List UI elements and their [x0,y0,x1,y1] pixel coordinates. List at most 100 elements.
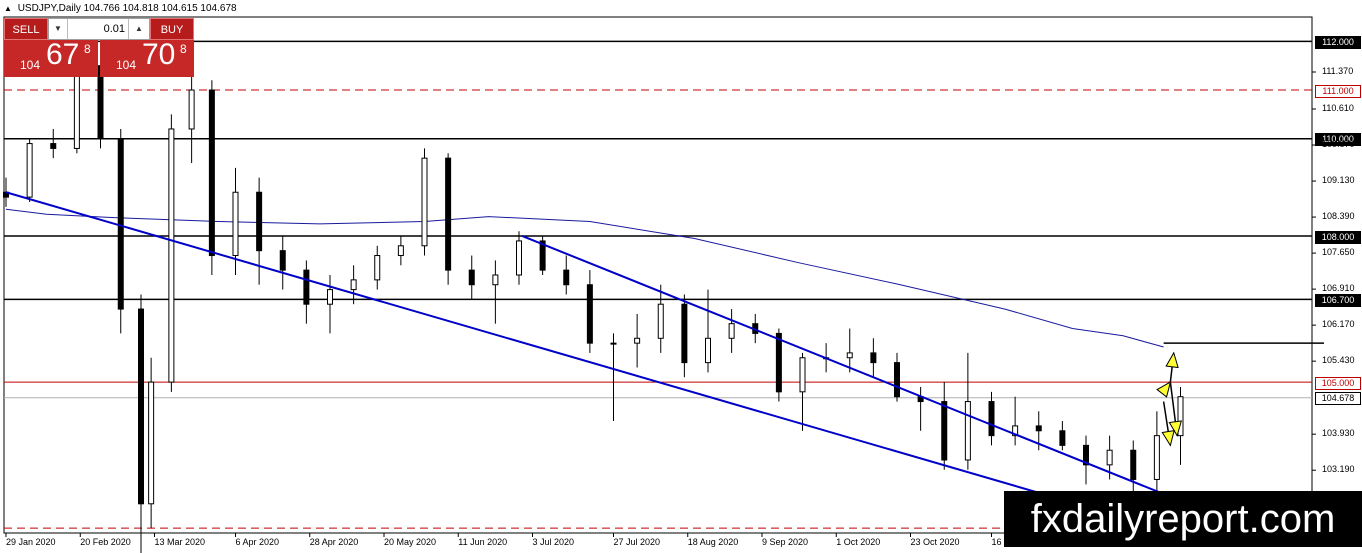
price-chart[interactable] [0,0,1362,553]
candle-body-3 [73,65,80,149]
sell-price-big: 67 [46,38,80,71]
candle-body-15 [327,289,333,305]
candle-body-27 [610,342,617,345]
candle-body-31 [705,337,711,364]
candle-body-23 [516,240,522,276]
candle-body-22 [492,274,499,286]
candle-body-43 [988,401,995,437]
candle-body-6 [138,308,144,505]
y-tick-label-7: 106.170 [1322,319,1355,330]
candle-body-7 [148,381,155,505]
candle-body-5 [117,138,124,310]
sell-price-sup: 8 [84,42,91,56]
candle-body-28 [634,337,641,344]
candle-body-45 [1035,425,1042,432]
candle-body-14 [303,269,310,305]
y-tick-label-4: 108.390 [1322,211,1355,222]
candle-body-9 [188,89,195,130]
x-tick-label-10: 9 Sep 2020 [762,537,809,547]
plot-frame [3,16,1313,534]
y-tick-label-9: 103.930 [1322,428,1355,439]
buy-price-quote[interactable]: 104 70 8 [100,38,194,77]
sell-button[interactable]: SELL [4,18,48,40]
y-tick-label-1: 110.610 [1322,103,1354,113]
buy-price-int: 104 [116,58,137,72]
candle-body-8 [168,128,175,383]
x-tick-label-1: 20 Feb 2020 [80,537,131,547]
projection-arrow-head-0 [1156,381,1172,398]
candle-body-2 [50,143,57,149]
candle-body-11 [232,191,239,257]
ohlc-values: 104.766 104.818 104.615 104.678 [83,3,237,14]
buy-price-big: 70 [142,38,176,71]
x-tick-label-2: 13 Mar 2020 [154,537,206,547]
candle-body-17 [374,255,381,281]
symbol-info: USDJPY,Daily [17,3,81,14]
candle-body-10 [208,89,215,257]
collapse-triangle-icon[interactable]: ▲ [4,4,12,13]
x-tick-label-5: 20 May 2020 [384,537,437,547]
candle-body-18 [397,245,404,257]
lot-size-value[interactable]: 0.01 [69,19,127,39]
candle-body-26 [586,284,593,344]
level-label-4: 106.700 [1315,293,1361,307]
buy-price-sup: 8 [180,42,187,56]
candle-body-39 [894,362,900,398]
sell-price-quote[interactable]: 104 67 8 [4,38,98,77]
candle-body-1 [26,143,33,198]
x-tick-label-11: 1 Oct 2020 [836,537,881,547]
projection-arrow-head-3 [1161,430,1175,447]
brand-watermark: fxdailyreport.com [1004,491,1362,547]
y-tick-label-0: 111.370 [1322,66,1354,76]
candle-body-32 [728,323,735,339]
y-tick-label-3: 109.130 [1322,175,1355,186]
lot-spinner-icon[interactable]: ▲ [128,19,149,39]
current-price-label: 104.678 [1315,392,1361,406]
candle-body-20 [445,157,452,271]
y-tick-label-8: 105.430 [1322,355,1355,366]
x-tick-label-4: 28 Apr 2020 [309,537,359,547]
y-tick-label-2: 109.870 [1322,139,1355,150]
one-click-trading-panel: SELL ▼ 0.01 ▲ BUY 104 67 8 104 70 8 [4,18,194,78]
level-label-0: 112.000 [1315,35,1361,49]
candle-body-41 [941,401,948,461]
lot-dropdown-icon[interactable]: ▼ [49,19,68,39]
candle-body-46 [1059,430,1066,446]
buy-button[interactable]: BUY [150,18,194,40]
candle-body-38 [870,352,877,364]
candle-body-16 [350,279,357,291]
candle-body-29 [657,303,664,339]
trend-line-0 [5,191,1161,530]
y-tick-label-6: 106.910 [1322,283,1355,294]
candle-body-30 [681,303,688,364]
y-tick-label-5: 107.650 [1322,247,1355,258]
chart-window: ▲ USDJPY,Daily 104.766 104.818 104.615 1… [0,0,1362,553]
candle-body-48 [1106,449,1113,466]
candle-body-35 [799,357,806,393]
level-label-3: 108.000 [1315,230,1361,244]
candle-body-19 [421,157,428,247]
candle-body-12 [256,191,263,252]
x-tick-label-12: 23 Oct 2020 [910,537,960,547]
moving-average-line [5,208,1164,348]
candle-body-49 [1130,449,1137,480]
chart-header: ▲ USDJPY,Daily 104.766 104.818 104.615 1… [4,3,237,14]
candle-body-25 [563,269,570,286]
x-tick-label-3: 6 Apr 2020 [235,537,280,547]
candle-body-34 [775,332,782,393]
candle-body-37 [846,352,853,359]
candle-body-50 [1153,435,1160,480]
candle-body-42 [964,401,971,461]
candle-body-13 [279,250,286,271]
level-label-5: 105.000 [1315,376,1361,390]
projection-arrow-head-1 [1165,351,1179,369]
x-tick-label-9: 18 Aug 2020 [687,537,739,547]
x-tick-label-7: 3 Jul 2020 [532,537,575,547]
lot-size-field[interactable]: ▼ 0.01 ▲ [48,18,150,40]
candle-body-21 [468,269,475,286]
x-tick-label-6: 11 Jun 2020 [458,537,508,547]
x-tick-label-0: 29 Jan 2020 [6,537,56,547]
y-tick-label-10: 103.190 [1322,464,1355,475]
x-tick-label-8: 27 Jul 2020 [613,537,661,547]
level-label-1: 111.000 [1315,84,1361,98]
